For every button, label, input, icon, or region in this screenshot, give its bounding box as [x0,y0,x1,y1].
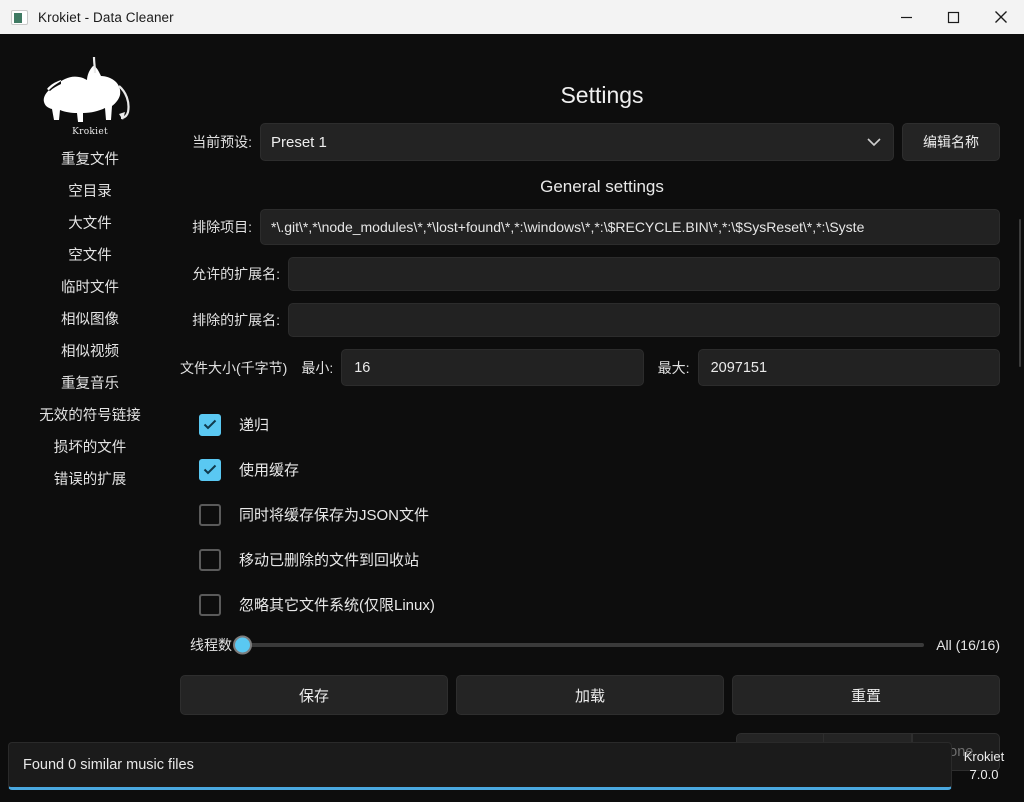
vertical-scrollbar[interactable] [1019,219,1021,367]
excluded-extensions-row: 排除的扩展名: [180,303,1024,337]
settings-checkbox-group: 递归 使用缓存 同时将缓存保存为JSON文件 移动已删除的文件到回收站 忽略其它… [180,402,1024,627]
minimize-icon[interactable] [883,0,930,34]
app-name: Krokiet [964,748,1004,766]
sidebar-item-label: 相似视频 [61,340,119,361]
checkbox-move-to-trash[interactable]: 移动已删除的文件到回收站 [190,537,1024,582]
edit-preset-name-button[interactable]: 编辑名称 [902,123,1000,161]
status-message-box: Found 0 similar music files [8,742,952,790]
checkbox-label: 递归 [239,414,269,435]
logo-caption: Krokiet [30,127,150,137]
sidebar-item-label: 临时文件 [61,276,119,297]
status-message: Found 0 similar music files [23,757,194,773]
settings-panel: Settings 当前预设: Preset 1 编辑名称 General set… [180,34,1024,734]
sidebar-item-duplicate-files[interactable]: 重复文件 [0,142,180,174]
checkbox-label: 使用缓存 [239,459,299,480]
preset-select[interactable]: Preset 1 [260,123,894,161]
file-size-label: 文件大小(千字节) [180,358,287,378]
app-window-icon [11,10,28,25]
close-icon[interactable] [977,0,1024,34]
empty-checkbox-icon [199,549,221,571]
sidebar-item-label: 重复文件 [61,148,119,169]
excluded-items-label: 排除项目: [180,217,252,237]
checkbox-recursive[interactable]: 递归 [190,402,1024,447]
window-titlebar: Krokiet - Data Cleaner [0,0,1024,34]
sidebar-item-label: 空文件 [68,244,112,265]
thread-count-slider[interactable] [242,643,924,647]
thread-count-value: All (16/16) [936,637,1000,653]
sidebar-item-similar-videos[interactable]: 相似视频 [0,334,180,366]
sidebar-item-label: 大文件 [68,212,112,233]
sidebar-item-temporary-files[interactable]: 临时文件 [0,270,180,302]
sidebar-item-label: 损坏的文件 [54,436,127,457]
file-size-min-label: 最小: [301,358,333,378]
thread-count-label: 线程数 [190,635,232,655]
checkbox-label: 忽略其它文件系统(仅限Linux) [239,594,435,615]
excluded-extensions-input[interactable] [288,303,1000,337]
empty-checkbox-icon [199,594,221,616]
reset-button[interactable]: 重置 [732,675,1000,715]
file-size-min-input[interactable]: 16 [341,349,643,386]
preset-selected-value: Preset 1 [271,134,327,151]
app-version: 7.0.0 [970,766,999,784]
sidebar-item-label: 错误的扩展 [54,468,127,489]
status-bar: Found 0 similar music files Krokiet 7.0.… [0,734,1024,802]
maximize-icon[interactable] [930,0,977,34]
krokiet-cow-logo-icon [31,54,149,134]
checkmark-icon [199,459,221,481]
checkbox-label: 移动已删除的文件到回收站 [239,549,419,570]
sidebar-item-label: 相似图像 [61,308,119,329]
sidebar-item-invalid-symlinks[interactable]: 无效的符号链接 [0,398,180,430]
allowed-extensions-label: 允许的扩展名: [180,264,280,284]
sidebar-item-big-files[interactable]: 大文件 [0,206,180,238]
sidebar-item-similar-images[interactable]: 相似图像 [0,302,180,334]
chevron-down-icon [865,136,883,148]
sidebar: Krokiet 重复文件 空目录 大文件 空文件 临时文件 相似图像 相似视频 … [0,34,180,734]
sidebar-item-label: 无效的符号链接 [39,404,141,425]
window-controls [883,0,1024,34]
checkbox-use-cache[interactable]: 使用缓存 [190,447,1024,492]
settings-action-buttons: 保存 加载 重置 [180,675,1024,715]
checkmark-icon [199,414,221,436]
section-title: General settings [180,177,1024,197]
sidebar-item-empty-files[interactable]: 空文件 [0,238,180,270]
version-info: Krokiet 7.0.0 [952,742,1016,790]
allowed-extensions-row: 允许的扩展名: [180,257,1024,291]
app-body: Krokiet 重复文件 空目录 大文件 空文件 临时文件 相似图像 相似视频 … [0,34,1024,802]
load-button[interactable]: 加载 [456,675,724,715]
preset-label: 当前预设: [180,132,252,152]
empty-checkbox-icon [199,504,221,526]
excluded-extensions-label: 排除的扩展名: [180,310,280,330]
file-size-max-label: 最大: [658,358,690,378]
slider-thumb[interactable] [233,636,252,655]
sidebar-item-bad-extensions[interactable]: 错误的扩展 [0,462,180,494]
excluded-items-value: *\.git\*,*\node_modules\*,*\lost+found\*… [271,219,864,235]
checkbox-label: 同时将缓存保存为JSON文件 [239,504,429,525]
save-button[interactable]: 保存 [180,675,448,715]
file-size-max-input[interactable]: 2097151 [698,349,1000,386]
sidebar-nav: 重复文件 空目录 大文件 空文件 临时文件 相似图像 相似视频 重复音乐 无效的… [0,142,180,494]
checkbox-save-cache-as-json[interactable]: 同时将缓存保存为JSON文件 [190,492,1024,537]
excluded-items-row: 排除项目: *\.git\*,*\node_modules\*,*\lost+f… [180,209,1024,245]
checkbox-ignore-other-filesystems[interactable]: 忽略其它文件系统(仅限Linux) [190,582,1024,627]
thread-count-row: 线程数 All (16/16) [180,635,1024,655]
preset-row: 当前预设: Preset 1 编辑名称 [180,123,1024,161]
file-size-max-value: 2097151 [711,360,767,376]
file-size-min-value: 16 [354,360,370,376]
sidebar-item-duplicate-music[interactable]: 重复音乐 [0,366,180,398]
sidebar-item-empty-directories[interactable]: 空目录 [0,174,180,206]
page-title: Settings [180,82,1024,109]
allowed-extensions-input[interactable] [288,257,1000,291]
sidebar-item-label: 重复音乐 [61,372,119,393]
window-title: Krokiet - Data Cleaner [38,10,174,25]
app-logo: Krokiet [30,50,150,138]
sidebar-item-label: 空目录 [68,180,112,201]
file-size-row: 文件大小(千字节) 最小: 16 最大: 2097151 [180,349,1024,386]
excluded-items-input[interactable]: *\.git\*,*\node_modules\*,*\lost+found\*… [260,209,1000,245]
sidebar-item-broken-files[interactable]: 损坏的文件 [0,430,180,462]
